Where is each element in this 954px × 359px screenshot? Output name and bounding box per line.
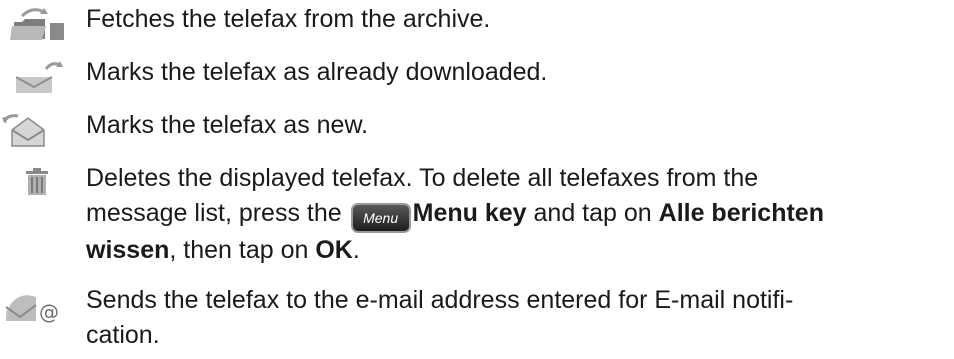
item-description: Sends the telefax to the e-mail address … [86, 283, 950, 353]
item-description: Deletes the displayed telefax. To delete… [86, 161, 950, 268]
trash-icon [0, 161, 80, 201]
description-line: message list, press the Menu Menu key and… [86, 196, 950, 233]
item-description: Fetches the telefax from the archive. [86, 5, 491, 33]
description-text: and tap on [533, 199, 652, 227]
envelope-downloaded-icon [0, 55, 80, 95]
item-description: Marks the telefax as already downloaded. [86, 58, 548, 86]
menu-key-label: Menu key [412, 199, 527, 227]
open-envelope-new-icon [0, 108, 80, 148]
ok-label: OK [315, 236, 353, 264]
option-label: Alle berichten [658, 199, 824, 227]
folder-fetch-icon [0, 2, 80, 42]
description-text: . [352, 236, 360, 264]
description-line: Sends the telefax to the e-mail address … [86, 286, 794, 314]
menu-key-icon: Menu [350, 203, 411, 233]
description-line: wissen, then tap on OK. [86, 233, 950, 268]
option-label-cont: wissen [86, 236, 170, 264]
description-text: , then tap on [169, 236, 309, 264]
email-send-icon: @ [0, 283, 80, 323]
description-text: message list, press the [86, 199, 342, 227]
description-line: cation. [86, 321, 160, 349]
svg-text:@: @ [39, 300, 59, 323]
item-description: Marks the telefax as new. [86, 111, 369, 139]
description-line: Deletes the displayed telefax. To delete… [86, 164, 759, 192]
